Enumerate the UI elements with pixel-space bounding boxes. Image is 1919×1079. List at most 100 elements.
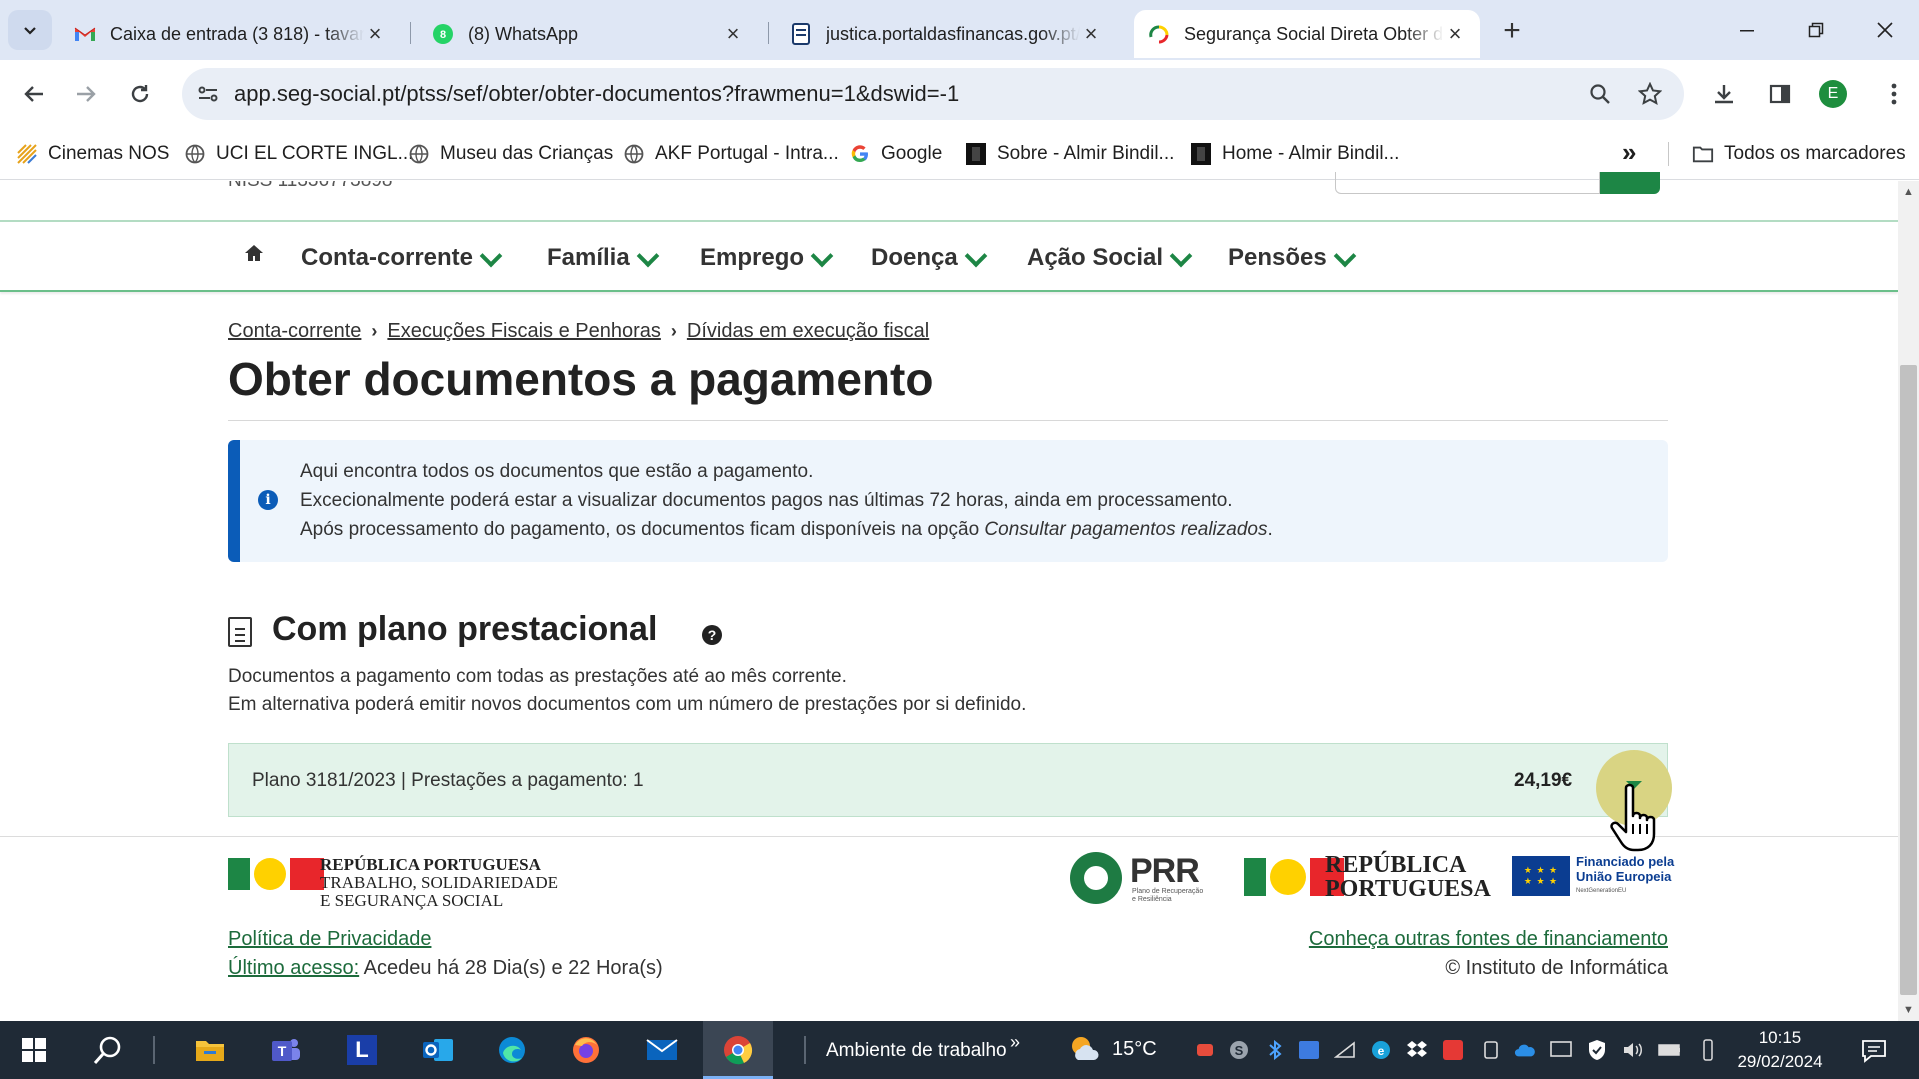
zoom-icon[interactable] [1588, 82, 1612, 106]
nav-doenca[interactable]: Doença [871, 244, 988, 272]
breadcrumb-link-dividas[interactable]: Dívidas em execução fiscal [687, 320, 929, 343]
dropbox-icon[interactable] [1406, 1039, 1428, 1061]
section-description-1: Documentos a pagamento com todas as pres… [228, 666, 847, 687]
arrow-right-icon [77, 86, 96, 102]
breadcrumb-separator-icon: › [670, 321, 677, 341]
scroll-down-icon[interactable]: ▼ [1903, 1004, 1914, 1016]
downloads-button[interactable] [1704, 74, 1744, 114]
title-divider [228, 420, 1668, 421]
new-tab-button[interactable]: + [1492, 12, 1532, 52]
tab-search-button[interactable] [8, 10, 52, 50]
bookmark-star-icon[interactable] [1637, 81, 1663, 106]
workspace-toolbar[interactable]: Ambiente de trabalho » [826, 1032, 1020, 1062]
copyright-text: © Instituto de Informática [1445, 957, 1668, 979]
help-icon[interactable]: ? [702, 625, 722, 645]
privacy-policy-link[interactable]: Política de Privacidade [228, 928, 431, 951]
home-icon[interactable] [244, 244, 264, 262]
more-bookmarks-button[interactable]: » [1622, 136, 1636, 168]
tray-app-icon[interactable] [1194, 1039, 1216, 1061]
tab-gmail[interactable]: Caixa de entrada (3 818) - tavar × [60, 10, 400, 58]
scroll-up-icon[interactable]: ▲ [1903, 186, 1914, 198]
restore-icon [1808, 22, 1824, 38]
chevron-down-icon [24, 27, 36, 35]
all-bookmarks-button[interactable]: Todos os marcadores [1692, 138, 1906, 170]
section-title: Com plano prestacional [272, 610, 658, 648]
chevron-down-icon [964, 244, 988, 268]
tab-whatsapp[interactable]: 8 (8) WhatsApp × [418, 10, 758, 58]
profile-avatar[interactable]: E [1819, 80, 1847, 108]
nav-pensoes[interactable]: Pensões [1228, 244, 1357, 272]
chevron-right-icon: » [1010, 1032, 1021, 1052]
address-bar[interactable]: app.seg-social.pt/ptss/sef/obter/obter-d… [182, 68, 1684, 120]
tray-e-icon[interactable]: e [1370, 1039, 1392, 1061]
bookmark-akf[interactable]: AKF Portugal - Intra... [623, 138, 839, 170]
eu-line-2: União Europeia [1576, 869, 1672, 884]
nav-conta-corrente[interactable]: Conta-corrente [301, 244, 503, 272]
forward-button[interactable] [66, 74, 106, 114]
tab-title: Caixa de entrada (3 818) - tavar [110, 23, 364, 44]
bookmark-cinemas-nos[interactable]: Cinemas NOS [16, 138, 169, 170]
restore-button[interactable] [1793, 10, 1839, 50]
gmail-icon [74, 23, 96, 45]
bookmark-home-almir[interactable]: Home - Almir Bindil... [1190, 138, 1399, 170]
security-shield-icon[interactable] [1586, 1039, 1608, 1061]
tray-device-icon[interactable] [1480, 1039, 1502, 1061]
bluetooth-icon[interactable] [1264, 1039, 1286, 1061]
edge-icon[interactable] [482, 1021, 542, 1079]
back-button[interactable] [14, 74, 54, 114]
nav-acao-social[interactable]: Ação Social [1027, 244, 1193, 272]
close-tab-icon[interactable]: × [364, 23, 386, 45]
tray-monitor-icon[interactable] [1550, 1039, 1572, 1061]
notifications-icon[interactable] [1860, 1037, 1888, 1065]
wifi-icon[interactable] [1334, 1039, 1356, 1061]
close-tab-icon[interactable]: × [1444, 23, 1466, 45]
close-window-button[interactable] [1862, 10, 1908, 50]
system-clock[interactable]: 10:15 29/02/2024 [1730, 1026, 1830, 1074]
prr-subtitle-1: Plano de Recuperação [1132, 888, 1204, 895]
close-tab-icon[interactable]: × [722, 23, 744, 45]
search-button[interactable] [78, 1021, 138, 1079]
onedrive-icon[interactable] [1514, 1039, 1536, 1061]
close-tab-icon[interactable]: × [1080, 23, 1102, 45]
bookmark-museu[interactable]: Museu das Crianças [408, 138, 613, 170]
download-icon [1715, 85, 1733, 104]
bookmark-google[interactable]: Google [849, 138, 942, 170]
ministry-name: REPÚBLICA PORTUGUESA TRABALHO, SOLIDARIE… [320, 856, 558, 910]
teams-icon[interactable]: T [256, 1021, 316, 1079]
nav-emprego[interactable]: Emprego [700, 244, 834, 272]
tab-justica[interactable]: justica.portaldasfinancas.gov.pt/ × [776, 10, 1116, 58]
firefox-icon[interactable] [556, 1021, 616, 1079]
tray-k-icon[interactable] [1298, 1039, 1320, 1061]
site-info-icon[interactable] [196, 82, 220, 106]
funding-sources-link[interactable]: Conheça outras fontes de financiamento [1297, 928, 1668, 951]
breadcrumb-link-conta-corrente[interactable]: Conta-corrente [228, 320, 361, 343]
tab-seg-social[interactable]: Segurança Social Direta Obter d × [1134, 10, 1480, 58]
mail-icon[interactable] [632, 1021, 692, 1079]
start-button[interactable] [4, 1021, 64, 1079]
site-search-input[interactable] [1335, 172, 1600, 194]
consultar-pagamentos-text: Consultar pagamentos realizados [984, 519, 1268, 540]
volume-icon[interactable] [1622, 1039, 1644, 1061]
nav-familia[interactable]: Família [547, 244, 660, 272]
breadcrumb-link-execucoes[interactable]: Execuções Fiscais e Penhoras [387, 320, 660, 343]
scrollbar-thumb[interactable] [1900, 365, 1917, 995]
battery-icon[interactable] [1658, 1039, 1680, 1061]
reload-button[interactable] [120, 74, 160, 114]
weather-widget[interactable]: 15°C [1068, 1034, 1157, 1064]
outlook-icon[interactable] [408, 1021, 468, 1079]
minimize-button[interactable] [1724, 10, 1770, 50]
more-vertical-icon [1891, 83, 1897, 105]
minimize-icon [1740, 30, 1754, 32]
l-app-icon[interactable]: L [332, 1021, 392, 1079]
pen-icon[interactable] [1697, 1039, 1719, 1061]
tray-red-icon[interactable] [1442, 1039, 1464, 1061]
site-search-button[interactable] [1600, 172, 1660, 194]
browser-menu-button[interactable] [1874, 74, 1914, 114]
file-explorer-icon[interactable] [180, 1021, 240, 1079]
last-access-link[interactable]: Último acesso: [228, 957, 359, 979]
bookmark-sobre-almir[interactable]: Sobre - Almir Bindil... [965, 138, 1174, 170]
side-panel-button[interactable] [1760, 74, 1800, 114]
bookmark-uci[interactable]: UCI EL CORTE INGL... [184, 138, 413, 170]
skype-icon[interactable]: S [1228, 1039, 1250, 1061]
chrome-icon[interactable] [708, 1021, 768, 1079]
